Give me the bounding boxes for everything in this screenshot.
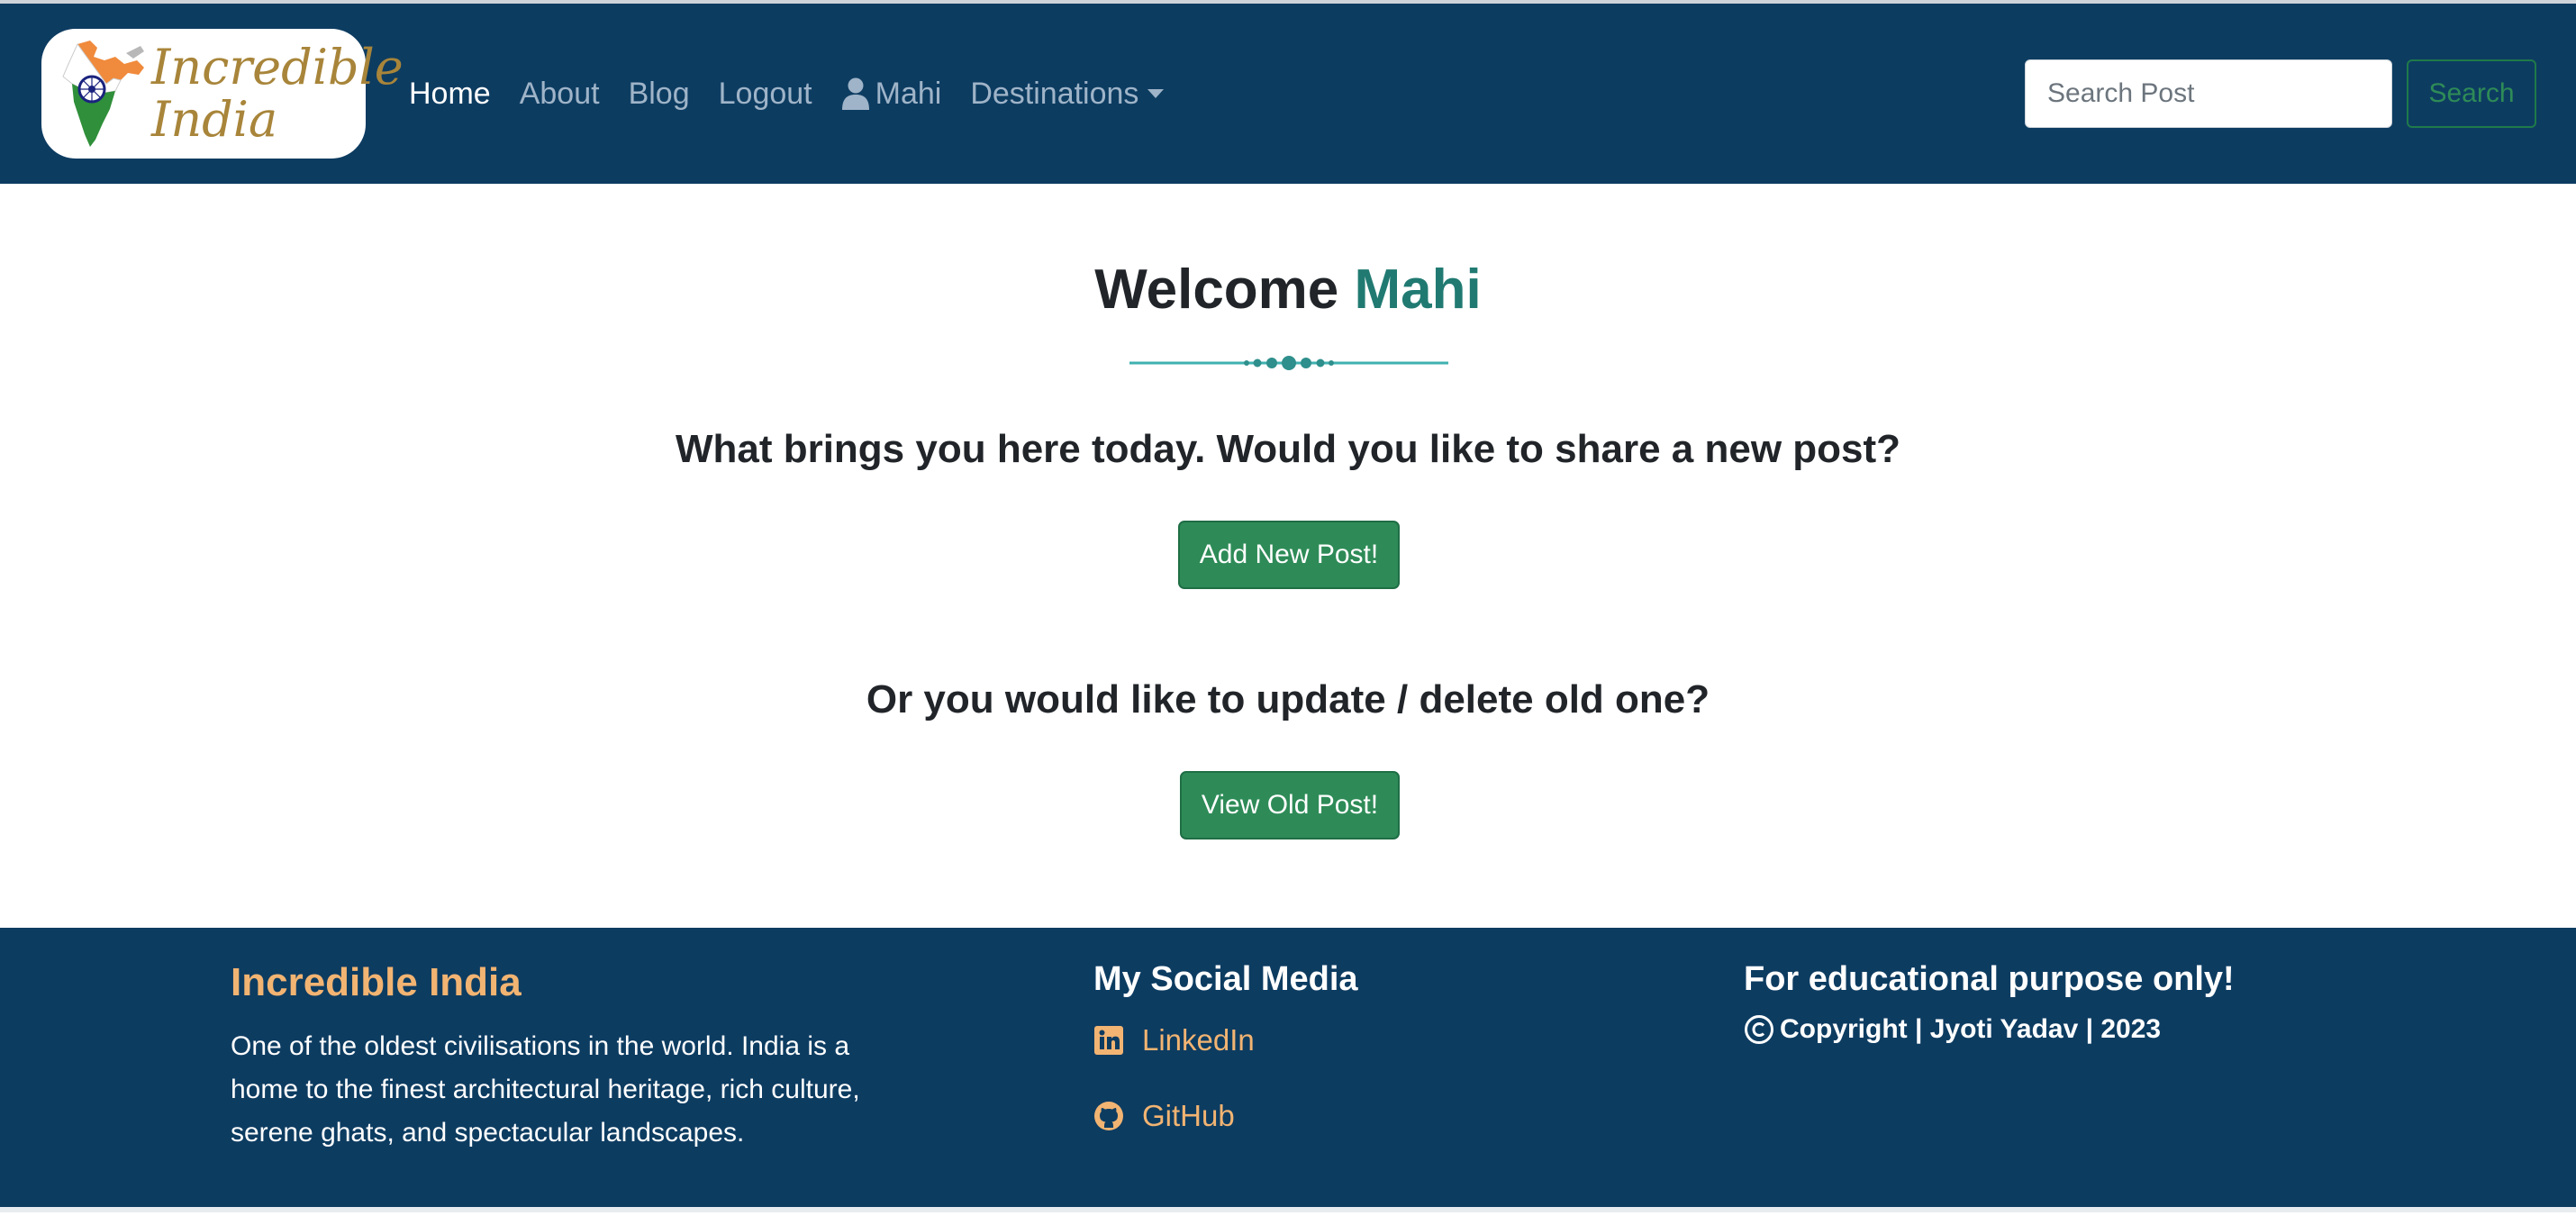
main-content: Welcome Mahi What brings you here today.… xyxy=(0,184,2576,928)
footer: Incredible India One of the oldest civil… xyxy=(0,928,2576,1212)
new-post-question: What brings you here today. Would you li… xyxy=(675,427,1901,471)
add-new-post-button[interactable]: Add New Post! xyxy=(1178,521,1400,589)
nav-destinations-label: Destinations xyxy=(970,76,1139,111)
brand-logo[interactable]: Incredible India xyxy=(41,29,404,159)
logo-text: Incredible India xyxy=(151,41,404,146)
caret-down-icon xyxy=(1147,89,1165,98)
india-map-icon xyxy=(62,41,144,147)
bottom-border xyxy=(0,1207,2576,1212)
nav-about[interactable]: About xyxy=(520,77,600,112)
footer-description: One of the oldest civilisations in the w… xyxy=(231,1031,860,1148)
logo-line-2: India xyxy=(151,91,278,148)
welcome-prefix: Welcome xyxy=(1094,259,1339,321)
educational-note: For educational purpose only! xyxy=(1744,960,2235,998)
welcome-username: Mahi xyxy=(1354,259,1482,321)
github-icon xyxy=(1094,1102,1123,1130)
nav-destinations-dropdown[interactable]: Destinations xyxy=(970,76,1165,112)
copyright-icon xyxy=(1745,1015,1773,1044)
nav-menu: Home About Blog Logout Mahi Destinations xyxy=(409,77,1193,112)
nav-home[interactable]: Home xyxy=(409,77,491,112)
search-input[interactable] xyxy=(2025,59,2392,128)
nav-user-label: Mahi xyxy=(875,76,942,111)
linkedin-label: LinkedIn xyxy=(1142,1023,1255,1057)
linkedin-icon xyxy=(1094,1026,1123,1055)
linkedin-link[interactable]: LinkedIn xyxy=(1093,1023,1255,1057)
logo-line-1: Incredible xyxy=(151,39,404,95)
search-form: Search xyxy=(2025,59,2536,128)
nav-logout[interactable]: Logout xyxy=(719,77,812,112)
ornamental-divider xyxy=(1129,356,1448,370)
nav-blog[interactable]: Blog xyxy=(629,77,690,112)
search-button[interactable]: Search xyxy=(2407,59,2536,128)
github-label: GitHub xyxy=(1142,1099,1235,1132)
footer-brand: Incredible India xyxy=(231,960,522,1004)
user-icon xyxy=(841,77,869,110)
view-old-post-button[interactable]: View Old Post! xyxy=(1180,771,1400,839)
copyright-line: Copyright | Jyoti Yadav | 2023 xyxy=(1744,1014,2161,1045)
welcome-heading: Welcome Mahi xyxy=(0,258,2576,322)
old-post-question: Or you would like to update / delete old… xyxy=(866,677,1710,721)
github-link[interactable]: GitHub xyxy=(1093,1099,1235,1133)
nav-user[interactable]: Mahi xyxy=(841,76,942,112)
social-media-heading: My Social Media xyxy=(1093,960,1358,998)
copyright-text: Copyright | Jyoti Yadav | 2023 xyxy=(1780,1014,2162,1044)
navbar: Incredible India Home About Blog Logout … xyxy=(0,4,2576,184)
